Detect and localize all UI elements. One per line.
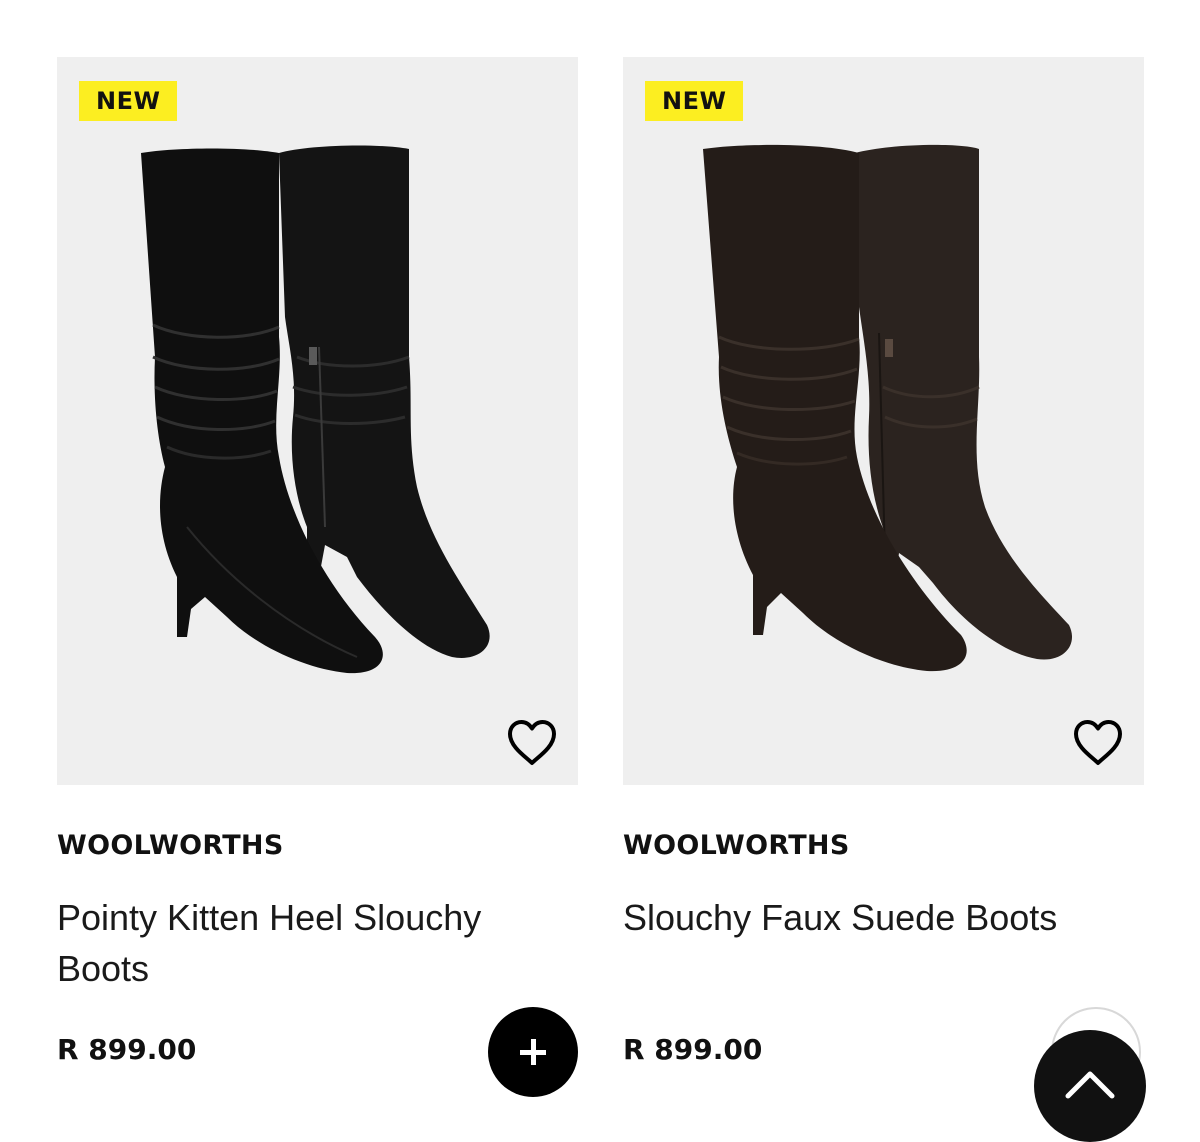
heart-outline-icon[interactable] (506, 719, 558, 767)
product-card[interactable]: NEW WOOLWORTHS Slouchy Faux Suede Boots … (623, 57, 1144, 1066)
new-badge: NEW (645, 81, 744, 121)
product-card[interactable]: NEW WOOLWORTHS Pointy Kitten Heel Slouch… (57, 57, 578, 1066)
heart-outline-icon[interactable] (1072, 719, 1124, 767)
product-name[interactable]: Slouchy Faux Suede Boots (623, 892, 1123, 943)
product-price: R 899.00 (623, 1033, 763, 1066)
product-image-container[interactable]: NEW (623, 57, 1144, 785)
chevron-up-icon (1065, 1071, 1115, 1099)
brand-name: WOOLWORTHS (57, 830, 284, 861)
product-name[interactable]: Pointy Kitten Heel Slouchy Boots (57, 892, 557, 994)
scroll-to-top-button[interactable] (1034, 1030, 1146, 1142)
add-to-cart-button[interactable] (488, 1007, 578, 1097)
brand-name: WOOLWORTHS (623, 830, 850, 861)
product-image-container[interactable]: NEW (57, 57, 578, 785)
product-price: R 899.00 (57, 1033, 197, 1066)
new-badge: NEW (79, 81, 178, 121)
plus-icon (520, 1039, 546, 1065)
brown-suede-boots-image[interactable] (623, 57, 1144, 785)
black-leather-boots-image[interactable] (57, 57, 578, 785)
